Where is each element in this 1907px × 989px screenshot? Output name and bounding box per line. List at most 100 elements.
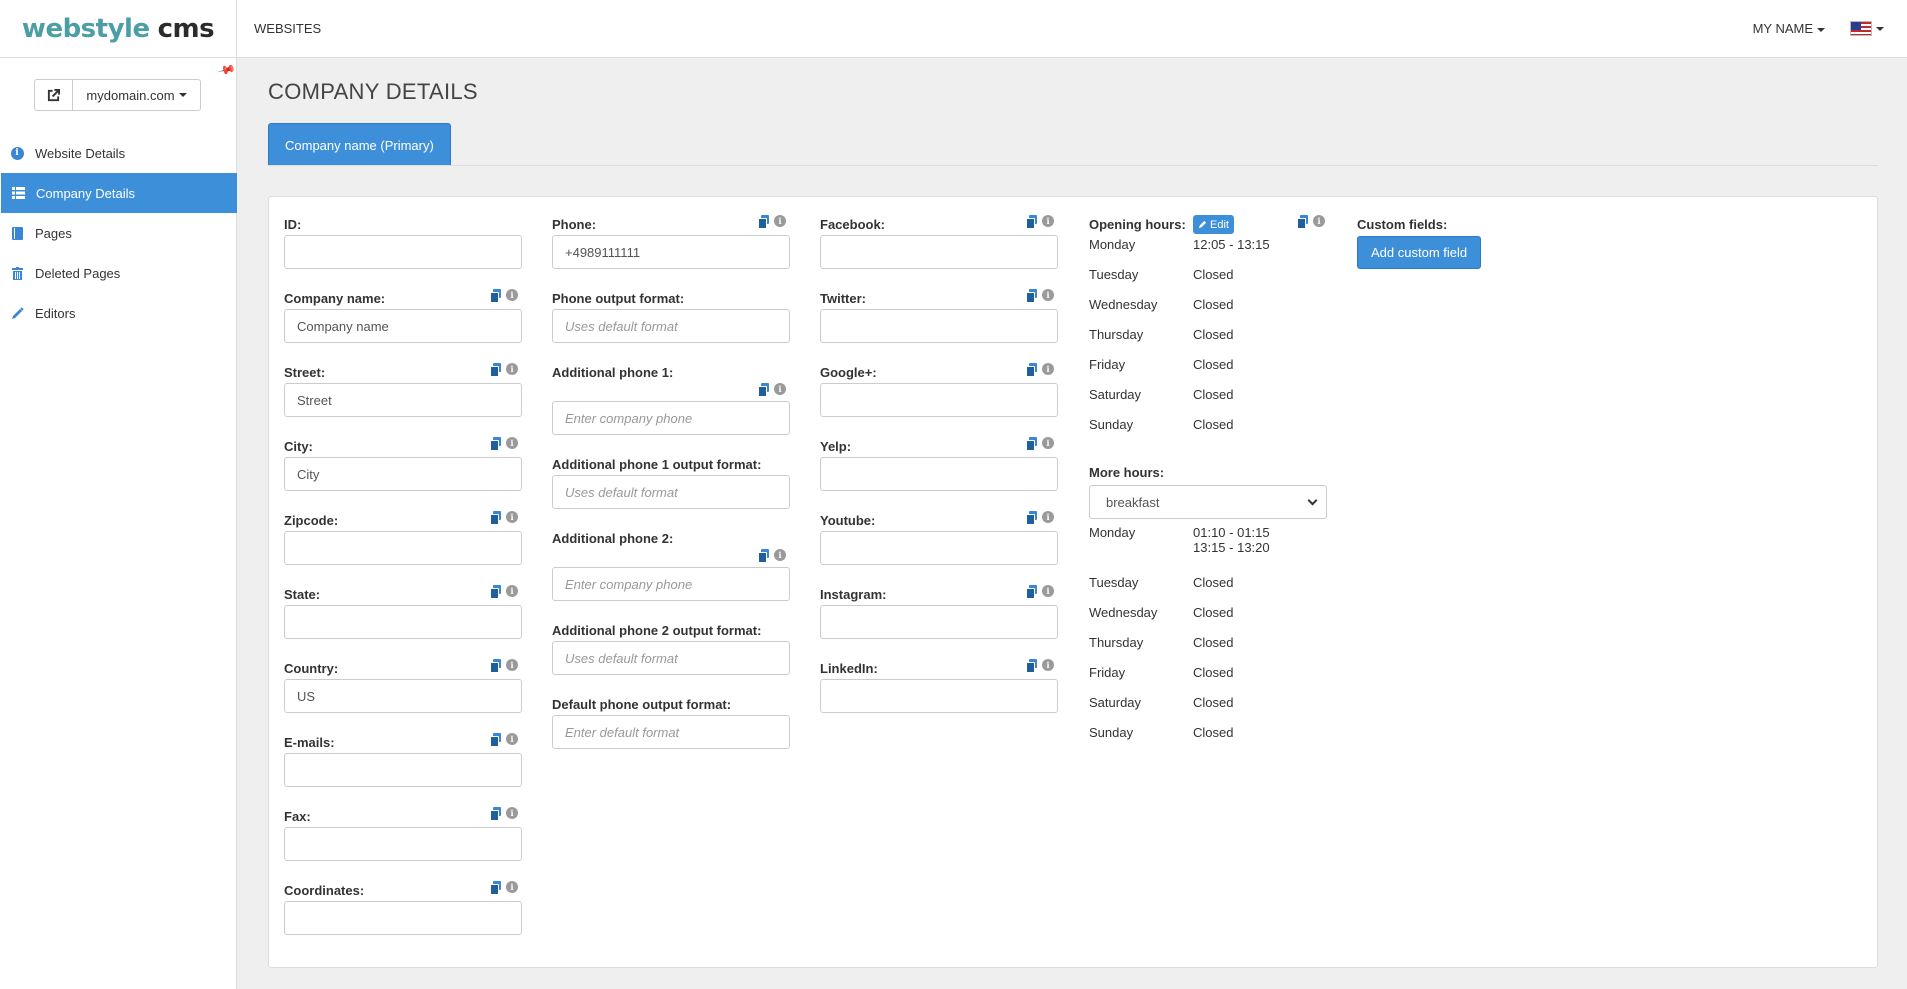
copy-icon[interactable] bbox=[490, 807, 502, 821]
sidebar-item-website-details[interactable]: i Website Details bbox=[0, 133, 237, 173]
copy-icon[interactable] bbox=[490, 659, 502, 673]
sidebar-item-editors[interactable]: Editors bbox=[0, 293, 237, 333]
street-input[interactable] bbox=[284, 383, 522, 417]
twitter-input[interactable] bbox=[820, 309, 1058, 343]
zipcode-input[interactable] bbox=[284, 531, 522, 565]
copy-icon[interactable] bbox=[1026, 289, 1038, 303]
info-icon[interactable]: i bbox=[506, 659, 518, 671]
more-hours-select[interactable]: breakfast bbox=[1089, 485, 1327, 519]
nav-websites[interactable]: WEBSITES bbox=[254, 21, 321, 36]
info-icon[interactable]: i bbox=[1042, 659, 1054, 671]
instagram-input[interactable] bbox=[820, 605, 1058, 639]
field-label: Additional phone 2: bbox=[552, 531, 674, 546]
sidebar-item-label: Editors bbox=[35, 305, 76, 321]
logo[interactable]: webstyle cms bbox=[0, 0, 237, 58]
copy-icon[interactable] bbox=[1026, 511, 1038, 525]
copy-icon[interactable] bbox=[490, 511, 502, 525]
sidebar-item-company-details[interactable]: Company Details bbox=[1, 173, 237, 213]
info-icon[interactable]: i bbox=[506, 289, 518, 301]
info-icon[interactable]: i bbox=[1042, 215, 1054, 227]
field-fax: Fax: i bbox=[284, 807, 522, 881]
info-icon[interactable]: i bbox=[1042, 363, 1054, 375]
day-label: Tuesday bbox=[1089, 575, 1139, 590]
info-icon[interactable]: i bbox=[506, 511, 518, 523]
sidebar-item-pages[interactable]: Pages bbox=[0, 213, 237, 253]
info-icon[interactable]: i bbox=[506, 363, 518, 375]
linkedin-input[interactable] bbox=[820, 679, 1058, 713]
facebook-input[interactable] bbox=[820, 235, 1058, 269]
domain-selector: mydomain.com bbox=[34, 79, 201, 111]
googleplus-input[interactable] bbox=[820, 383, 1058, 417]
emails-input[interactable] bbox=[284, 753, 522, 787]
copy-icon[interactable] bbox=[1026, 585, 1038, 599]
info-icon[interactable]: i bbox=[1042, 437, 1054, 449]
field-label: E-mails: bbox=[284, 735, 335, 750]
copy-icon[interactable] bbox=[1026, 437, 1038, 451]
field-label: ID: bbox=[284, 217, 302, 232]
copy-icon[interactable] bbox=[1026, 363, 1038, 377]
phone-output-format-input[interactable] bbox=[552, 309, 790, 343]
info-icon[interactable]: i bbox=[1042, 289, 1054, 301]
state-input[interactable] bbox=[284, 605, 522, 639]
field-country: Country: i bbox=[284, 659, 522, 733]
copy-icon[interactable] bbox=[1026, 215, 1038, 229]
info-icon[interactable]: i bbox=[506, 733, 518, 745]
phone-input[interactable] bbox=[552, 235, 790, 269]
info-icon[interactable]: i bbox=[1313, 215, 1325, 227]
info-icon[interactable]: i bbox=[774, 549, 786, 561]
additional-phone-1-input[interactable] bbox=[552, 401, 790, 435]
day-label: Sunday bbox=[1089, 725, 1134, 740]
hours-value: Closed bbox=[1193, 635, 1234, 650]
copy-icon[interactable] bbox=[1297, 215, 1309, 229]
tab-company-primary[interactable]: Company name (Primary) bbox=[268, 123, 451, 166]
copy-icon[interactable] bbox=[490, 437, 502, 451]
copy-icon[interactable] bbox=[758, 215, 770, 229]
copy-icon[interactable] bbox=[490, 881, 502, 895]
info-icon[interactable]: i bbox=[774, 383, 786, 395]
company-name-input[interactable] bbox=[284, 309, 522, 343]
youtube-input[interactable] bbox=[820, 531, 1058, 565]
language-selector[interactable] bbox=[1850, 21, 1884, 36]
field-zipcode: Zipcode: i bbox=[284, 511, 522, 585]
custom-fields: Custom fields: Add custom field bbox=[1357, 215, 1482, 269]
info-icon[interactable]: i bbox=[506, 437, 518, 449]
add-custom-field-button[interactable]: Add custom field bbox=[1357, 236, 1482, 269]
field-label: Additional phone 1 output format: bbox=[552, 457, 762, 472]
additional-phone-2-format-input[interactable] bbox=[552, 641, 790, 675]
copy-icon[interactable] bbox=[490, 289, 502, 303]
additional-phone-1-format-input[interactable] bbox=[552, 475, 790, 509]
info-icon[interactable]: i bbox=[774, 215, 786, 227]
open-website-button[interactable] bbox=[35, 80, 73, 110]
list-icon bbox=[11, 186, 25, 200]
default-phone-format-input[interactable] bbox=[552, 715, 790, 749]
city-input[interactable] bbox=[284, 457, 522, 491]
field-additional-phone-1-format: Additional phone 1 output format: bbox=[552, 455, 790, 529]
hours-value: Closed bbox=[1193, 725, 1234, 740]
info-icon[interactable]: i bbox=[1042, 511, 1054, 523]
info-icon[interactable]: i bbox=[506, 807, 518, 819]
page-title: COMPANY DETAILS bbox=[268, 79, 478, 104]
field-label: Yelp: bbox=[820, 439, 852, 454]
copy-icon[interactable] bbox=[758, 383, 770, 397]
copy-icon[interactable] bbox=[490, 363, 502, 377]
coordinates-input[interactable] bbox=[284, 901, 522, 935]
pin-icon[interactable]: 📌 bbox=[217, 60, 237, 80]
sidebar-item-deleted-pages[interactable]: Deleted Pages bbox=[0, 253, 237, 293]
id-input[interactable] bbox=[284, 235, 522, 269]
yelp-input[interactable] bbox=[820, 457, 1058, 491]
copy-icon[interactable] bbox=[490, 585, 502, 599]
copy-icon[interactable] bbox=[758, 549, 770, 563]
copy-icon[interactable] bbox=[490, 733, 502, 747]
field-street: Street: i bbox=[284, 363, 522, 437]
domain-dropdown[interactable]: mydomain.com bbox=[73, 80, 200, 110]
info-icon[interactable]: i bbox=[506, 881, 518, 893]
user-menu[interactable]: MY NAME bbox=[1753, 21, 1825, 36]
fax-input[interactable] bbox=[284, 827, 522, 861]
field-state: State: i bbox=[284, 585, 522, 659]
info-icon[interactable]: i bbox=[506, 585, 518, 597]
country-input[interactable] bbox=[284, 679, 522, 713]
edit-hours-button[interactable]: Edit bbox=[1193, 215, 1234, 234]
additional-phone-2-input[interactable] bbox=[552, 567, 790, 601]
copy-icon[interactable] bbox=[1026, 659, 1038, 673]
info-icon[interactable]: i bbox=[1042, 585, 1054, 597]
